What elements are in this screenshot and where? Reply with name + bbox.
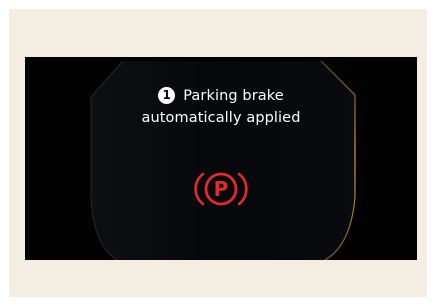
parking-brake-icon: P	[194, 172, 248, 206]
warning-message-line-1: 1 Parking brake	[25, 85, 417, 107]
info-number-badge: 1	[158, 87, 176, 104]
warning-message: 1 Parking brake automatically applied	[25, 85, 417, 129]
instrument-display: 1 Parking brake automatically applied P	[25, 57, 417, 260]
warning-message-line-2: automatically applied	[141, 110, 301, 126]
figure-frame: 1 Parking brake automatically applied P	[9, 9, 427, 297]
warning-line-1-text: Parking brake	[183, 88, 284, 104]
parking-brake-letter: P	[214, 177, 229, 201]
